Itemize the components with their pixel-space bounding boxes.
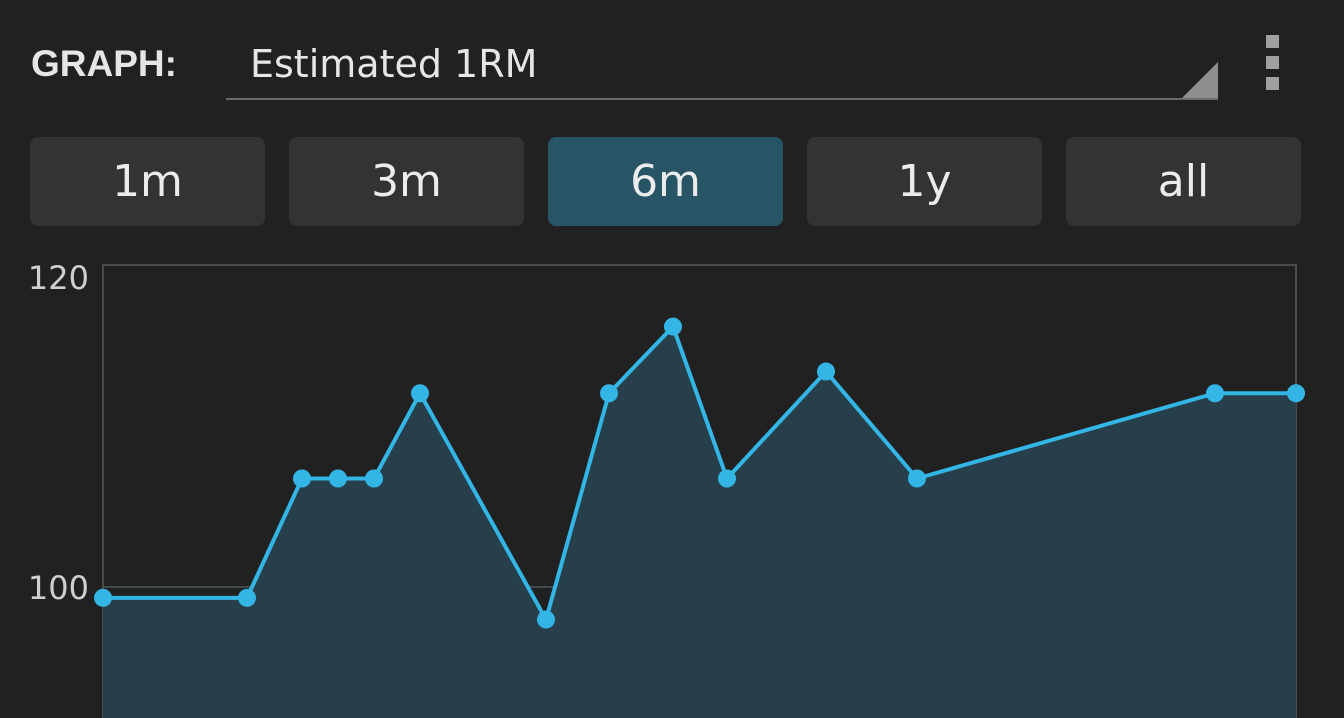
y-tick-label: 100	[28, 569, 89, 607]
data-point	[1287, 384, 1305, 403]
data-point	[1206, 384, 1224, 403]
graph-type-value: Estimated 1RM	[250, 42, 538, 86]
data-point	[329, 469, 347, 488]
data-point	[817, 362, 835, 381]
range-button-1m[interactable]: 1m	[30, 137, 265, 226]
data-point	[411, 384, 429, 403]
range-button-1y[interactable]: 1y	[807, 137, 1042, 226]
range-button-all[interactable]: all	[1066, 137, 1301, 226]
app-window: GRAPH: Estimated 1RM 1m 3m 6m 1y all 120…	[0, 0, 1344, 718]
data-point	[365, 469, 383, 488]
data-point	[94, 588, 112, 607]
data-point	[908, 469, 926, 488]
data-point	[537, 610, 555, 629]
menu-dot	[1265, 55, 1279, 69]
estimated-1rm-chart[interactable]: 120 100	[0, 240, 1344, 718]
time-range-selector: 1m 3m 6m 1y all	[30, 137, 1302, 226]
data-point	[600, 384, 618, 403]
graph-label: GRAPH:	[31, 43, 177, 84]
data-point	[238, 588, 256, 607]
y-tick-label: 120	[28, 259, 89, 297]
data-point	[293, 469, 311, 488]
menu-dot	[1265, 76, 1279, 90]
chart-canvas: 120 100	[28, 259, 1305, 718]
data-point	[718, 469, 736, 488]
range-button-3m[interactable]: 3m	[289, 137, 524, 226]
dropdown-arrow-icon	[1182, 62, 1218, 98]
graph-type-dropdown[interactable]: Estimated 1RM	[226, 32, 1218, 100]
data-point	[664, 317, 682, 336]
dropdown-underline	[226, 98, 1218, 100]
more-vert-icon[interactable]	[1255, 30, 1289, 94]
range-button-6m[interactable]: 6m	[548, 137, 783, 226]
menu-dot	[1265, 34, 1279, 48]
